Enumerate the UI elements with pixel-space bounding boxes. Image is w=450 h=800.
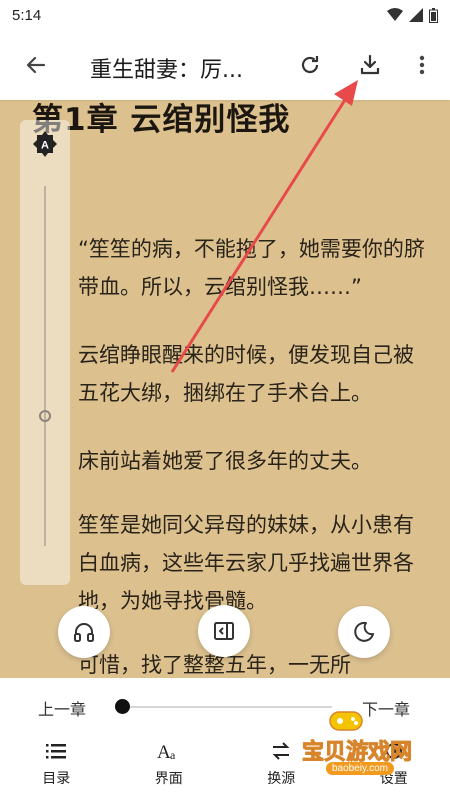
menu-item-interface[interactable]: A a 界面 — [113, 734, 226, 800]
menu-item-toc[interactable]: 目录 — [0, 734, 113, 800]
auto-brightness-button[interactable]: A — [31, 130, 59, 162]
signal-icon — [409, 8, 423, 22]
back-arrow-icon — [26, 56, 46, 74]
paragraph: 床前站着她爱了很多年的丈夫。 — [78, 449, 372, 473]
more-vert-icon — [419, 55, 425, 75]
headphones-icon — [74, 623, 94, 642]
svg-text:A: A — [41, 140, 49, 152]
prev-chapter-button[interactable]: 上一章 — [38, 696, 86, 720]
more-options-button[interactable] — [398, 41, 446, 89]
toc-icon — [46, 744, 67, 759]
night-mode-button[interactable] — [338, 606, 390, 658]
book-title: 重生甜妻：厉... — [90, 58, 243, 83]
gamepad-icon — [329, 711, 363, 731]
watermark-url: baobeiy.com — [326, 762, 394, 775]
listen-button[interactable] — [58, 606, 110, 658]
svg-text:a: a — [170, 748, 176, 762]
status-icons — [387, 7, 438, 23]
download-icon — [360, 54, 380, 75]
wifi-icon — [387, 8, 403, 21]
auto-page-icon — [214, 622, 234, 640]
chapter-progress-thumb[interactable] — [115, 699, 130, 714]
chapter-title: 第1章 云绾别怪我 — [32, 102, 291, 138]
brightness-slider-thumb[interactable] — [39, 410, 51, 422]
brightness-slider-track[interactable] — [44, 186, 46, 546]
paragraph: 笙笙是她同父异母的妹妹，从小患有白血病，这些年云家几乎找遍世界各地，为她寻找骨髓… — [78, 513, 414, 613]
menu-label: 换源 — [267, 771, 296, 787]
refresh-button[interactable] — [286, 41, 334, 89]
auto-page-button[interactable] — [198, 605, 250, 657]
brightness-panel: A — [20, 120, 70, 585]
paragraph: 云绾睁眼醒来的时候，便发现自己被五花大绑，捆绑在了手术台上。 — [78, 343, 414, 405]
menu-label: 界面 — [154, 771, 183, 787]
refresh-icon — [301, 56, 319, 74]
download-button[interactable] — [346, 41, 394, 89]
svg-text:A: A — [157, 742, 171, 762]
status-bar: 5:14 — [0, 0, 450, 30]
back-button[interactable] — [12, 41, 60, 89]
moon-icon — [354, 621, 374, 642]
watermark-logo: 宝贝游戏网 baobeiy.com — [300, 706, 420, 781]
font-icon: A a — [157, 742, 176, 762]
paragraph: “笙笙的病，不能拖了，她需要你的脐带血。所以，云绾别怪我……” — [78, 237, 425, 299]
menu-label: 目录 — [42, 771, 71, 787]
app-toolbar: 重生甜妻：厉... — [0, 30, 450, 100]
battery-icon — [429, 7, 438, 23]
swap-source-icon — [272, 742, 290, 760]
status-time: 5:14 — [12, 6, 42, 24]
auto-brightness-icon: A — [33, 131, 57, 157]
